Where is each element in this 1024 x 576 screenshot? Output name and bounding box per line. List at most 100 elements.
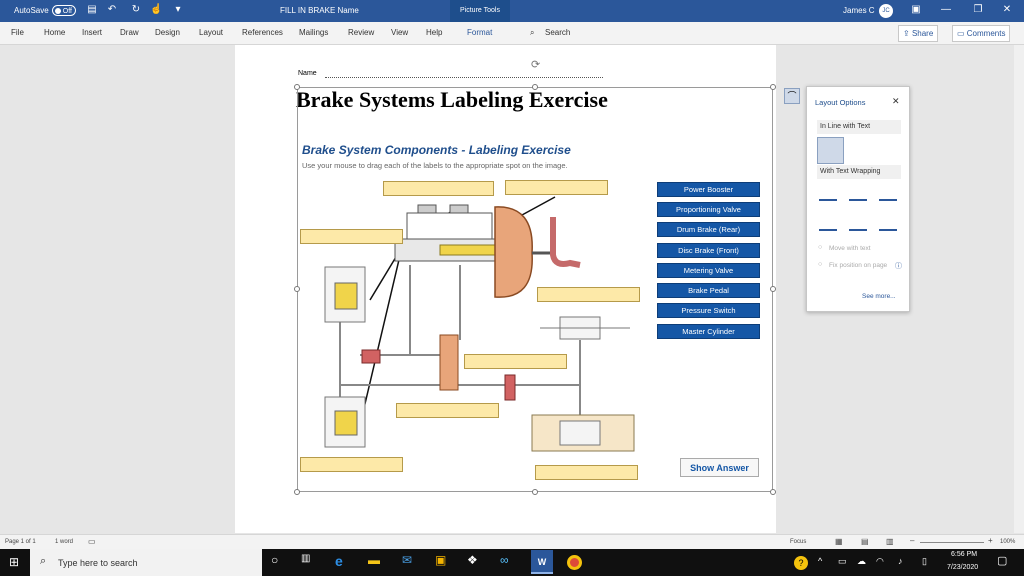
comments-button[interactable]: ▭ Comments	[952, 25, 1011, 42]
store-icon[interactable]: ▣	[435, 553, 453, 571]
chrome-icon[interactable]	[567, 555, 582, 570]
autosave-toggle[interactable]: Off	[52, 5, 76, 16]
ribbon-display-icon[interactable]: ▣	[910, 4, 922, 16]
tab-home[interactable]: Home	[44, 28, 65, 37]
resize-handle-tc[interactable]	[532, 84, 538, 90]
through-wrap-icon[interactable]	[879, 185, 897, 201]
minimize-icon[interactable]: —	[940, 4, 952, 16]
tab-layout[interactable]: Layout	[199, 28, 223, 37]
tray-chevron-icon[interactable]: ^	[818, 556, 836, 574]
drop-target-5[interactable]	[464, 354, 567, 369]
clock-date[interactable]: 7/23/2020	[947, 564, 978, 571]
customize-toolbar-icon[interactable]: ▾	[172, 4, 184, 16]
zoom-slider[interactable]	[920, 542, 984, 543]
tab-help[interactable]: Help	[426, 28, 442, 37]
resize-handle-bc[interactable]	[532, 489, 538, 495]
close-icon[interactable]: ✕	[892, 96, 900, 107]
battery-icon[interactable]: ▯	[922, 556, 940, 574]
notifications-icon[interactable]: ▢	[997, 554, 1007, 567]
see-more-link[interactable]: See more...	[862, 293, 896, 300]
drop-target-8[interactable]	[535, 465, 638, 480]
layout-options-icon[interactable]: ⌒	[784, 88, 800, 104]
behind-text-icon[interactable]	[849, 215, 867, 231]
resize-handle-tl[interactable]	[294, 84, 300, 90]
info-icon[interactable]: ⓘ	[895, 261, 902, 271]
file-explorer-icon[interactable]: ▬	[368, 553, 386, 571]
search-icon[interactable]: ⌕	[530, 28, 534, 38]
edge-icon[interactable]: e	[335, 553, 353, 571]
label-metering-valve[interactable]: Metering Valve	[657, 263, 760, 278]
name-field-line[interactable]	[325, 77, 603, 78]
infinity-app-icon[interactable]: ∞	[500, 553, 518, 571]
move-with-text-radio[interactable]: ○	[818, 244, 822, 251]
proofing-icon[interactable]: ▭	[88, 537, 96, 546]
tab-draw[interactable]: Draw	[120, 28, 139, 37]
read-mode-icon[interactable]: ▦	[835, 537, 843, 546]
tab-format[interactable]: Format	[467, 28, 492, 37]
label-proportioning-valve[interactable]: Proportioning Valve	[657, 202, 760, 217]
label-brake-pedal[interactable]: Brake Pedal	[657, 283, 760, 298]
square-wrap-icon[interactable]	[819, 185, 837, 201]
cortana-icon[interactable]: ○	[271, 553, 289, 571]
taskbar-search[interactable]: ⌕ Type here to search	[30, 549, 262, 576]
windows-start-icon[interactable]: ⊞	[9, 555, 19, 569]
show-answer-button[interactable]: Show Answer	[680, 458, 759, 477]
label-drum-brake-rear[interactable]: Drum Brake (Rear)	[657, 222, 760, 237]
word-count[interactable]: 1 word	[55, 539, 73, 545]
inline-wrap-icon[interactable]	[817, 137, 844, 164]
label-pressure-switch[interactable]: Pressure Switch	[657, 303, 760, 318]
clock-time[interactable]: 6:56 PM	[951, 551, 977, 558]
tab-mailings[interactable]: Mailings	[299, 28, 328, 37]
drop-target-3[interactable]	[300, 229, 403, 244]
save-icon[interactable]: ▤	[86, 4, 98, 16]
dropbox-icon[interactable]: ❖	[467, 553, 485, 571]
drop-target-6[interactable]	[396, 403, 499, 418]
vertical-scrollbar[interactable]	[1014, 45, 1024, 533]
undo-icon[interactable]: ↶	[106, 4, 118, 16]
tab-review[interactable]: Review	[348, 28, 374, 37]
label-disc-brake-front[interactable]: Disc Brake (Front)	[657, 243, 760, 258]
resize-handle-bl[interactable]	[294, 489, 300, 495]
tab-view[interactable]: View	[391, 28, 408, 37]
zoom-in-icon[interactable]: +	[988, 536, 993, 545]
search-box[interactable]: Search	[545, 28, 570, 37]
task-view-icon[interactable]: ▥	[301, 553, 319, 571]
volume-icon[interactable]: ♪	[898, 556, 916, 574]
zoom-level[interactable]: 100%	[1000, 539, 1015, 545]
help-icon[interactable]: ?	[794, 556, 808, 570]
zoom-out-icon[interactable]: –	[910, 536, 914, 545]
tight-wrap-icon[interactable]	[849, 185, 867, 201]
tray-window-icon[interactable]: ▭	[838, 556, 856, 574]
drop-target-4[interactable]	[537, 287, 640, 302]
close-icon[interactable]: ✕	[1001, 4, 1013, 16]
tab-file[interactable]: File	[11, 28, 24, 37]
in-front-text-icon[interactable]	[879, 215, 897, 231]
rotate-handle-icon[interactable]: ⟳	[531, 58, 540, 71]
drop-target-7[interactable]	[300, 457, 403, 472]
tab-design[interactable]: Design	[155, 28, 180, 37]
resize-handle-br[interactable]	[770, 489, 776, 495]
page-count[interactable]: Page 1 of 1	[5, 539, 36, 545]
label-master-cylinder[interactable]: Master Cylinder	[657, 324, 760, 339]
resize-handle-mr[interactable]	[770, 286, 776, 292]
label-power-booster[interactable]: Power Booster	[657, 182, 760, 197]
fix-position-radio[interactable]: ○	[818, 261, 822, 268]
share-button[interactable]: ⇪ Share	[898, 25, 939, 42]
onedrive-icon[interactable]: ☁	[857, 556, 875, 574]
resize-handle-tr[interactable]	[770, 84, 776, 90]
tab-references[interactable]: References	[242, 28, 283, 37]
avatar[interactable]: JC	[879, 4, 893, 18]
print-layout-icon[interactable]: ▤	[861, 537, 869, 546]
wifi-icon[interactable]: ◠	[876, 556, 894, 574]
word-taskbar-icon[interactable]: W	[531, 550, 553, 574]
focus-button[interactable]: Focus	[790, 539, 806, 545]
touch-mode-icon[interactable]: ☝	[150, 4, 162, 16]
tab-insert[interactable]: Insert	[82, 28, 102, 37]
top-bottom-wrap-icon[interactable]	[819, 215, 837, 231]
web-layout-icon[interactable]: ▥	[886, 537, 894, 546]
drop-target-2[interactable]	[505, 180, 608, 195]
restore-icon[interactable]: ❐	[972, 4, 984, 16]
user-name[interactable]: James C	[843, 6, 875, 15]
mail-icon[interactable]: ✉	[402, 553, 420, 571]
redo-icon[interactable]: ↻	[130, 4, 142, 16]
